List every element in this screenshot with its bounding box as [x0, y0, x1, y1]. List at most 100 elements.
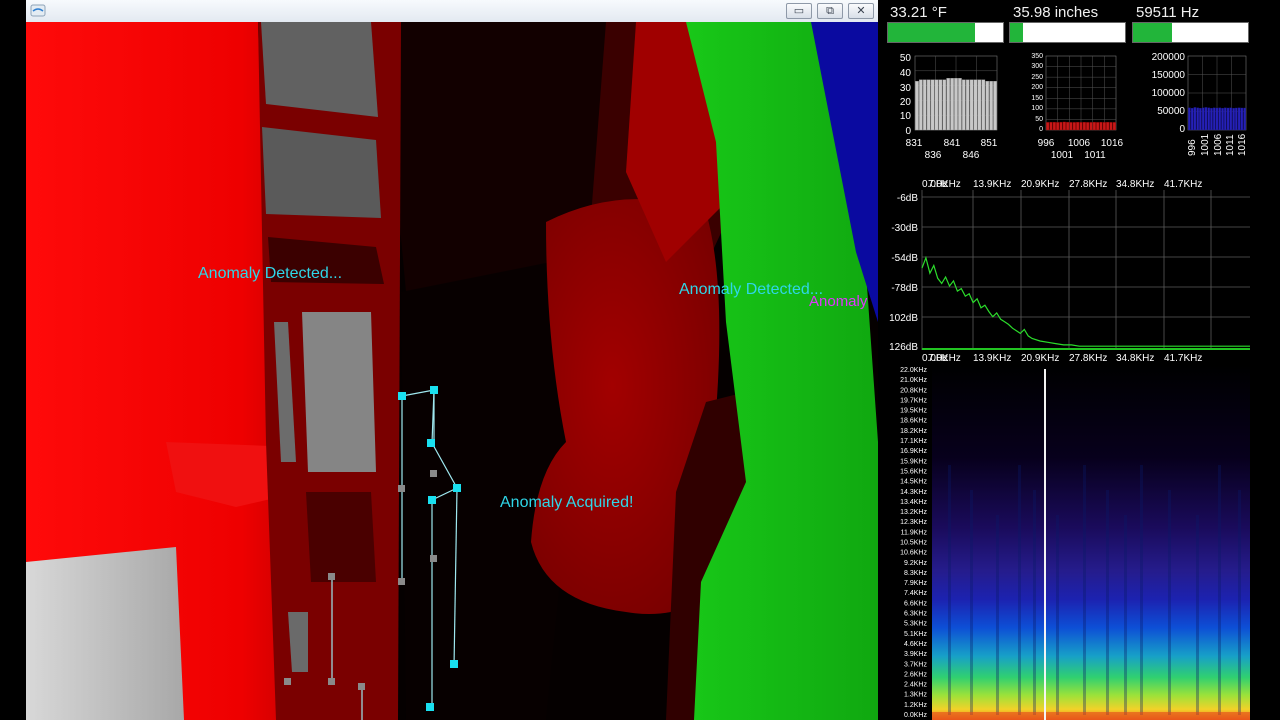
x-tick-label: 1016	[1237, 133, 1248, 156]
history-bar	[1188, 107, 1191, 131]
frequency-label: 10.6KHz	[900, 550, 927, 557]
frequency-label: 22.0KHz	[900, 367, 927, 374]
y-tick-label: 50000	[1157, 106, 1185, 117]
frequency-label: 18.6KHz	[900, 418, 927, 425]
rack-panel	[302, 312, 376, 472]
frequency-label: 6.6KHz	[904, 600, 927, 607]
rack-panel	[306, 492, 376, 582]
y-tick-label: 102dB	[889, 313, 918, 324]
history-bar	[1221, 108, 1224, 131]
spectrogram-streak	[1124, 515, 1127, 715]
frequency-label: 17.1KHz	[900, 438, 927, 445]
close-button[interactable]: ✕	[848, 3, 874, 19]
history-bar	[1213, 107, 1216, 131]
history-bar	[1109, 122, 1113, 131]
x-tick-label: 13.9KHz	[973, 353, 1011, 364]
x-tick-label: 27.8KHz	[1069, 353, 1107, 364]
spectrogram-streak	[1018, 465, 1021, 715]
history-bar	[930, 79, 935, 131]
history-bar	[1086, 122, 1090, 131]
anomaly-detected-label: Anomaly Detected...	[679, 281, 824, 298]
frequency-label: 3.7KHz	[904, 661, 927, 668]
audio-spectrum-chart: 0.0Hz 7.0KHz 13.9KHz 20.9KHz 27.8KHz 34.…	[889, 179, 1250, 364]
history-bar	[1082, 122, 1086, 131]
history-bar	[1226, 107, 1230, 131]
history-bar	[1089, 122, 1093, 131]
spectrogram-streak	[1168, 490, 1171, 715]
spectrogram-streak	[1218, 465, 1221, 715]
y-tick-label: 300	[1031, 63, 1043, 70]
y-tick-label: 250	[1031, 74, 1043, 81]
window-titlebar[interactable]: ▭ ⧉ ✕	[26, 0, 878, 23]
frequency-label: 4.6KHz	[904, 641, 927, 648]
history-bar	[1204, 107, 1208, 131]
history-bar	[1235, 107, 1238, 131]
x-tick-label: 27.8KHz	[1069, 179, 1107, 190]
history-bar	[1240, 107, 1244, 131]
frequency-label: 8.3KHz	[904, 570, 927, 577]
history-bar	[1102, 122, 1106, 131]
x-tick-label: 7.0KHz	[928, 179, 961, 190]
history-bar	[915, 81, 919, 131]
spectrogram-streak	[1106, 490, 1109, 715]
frequency-label: 14.3KHz	[900, 489, 927, 496]
frequency-label: 20.8KHz	[900, 387, 927, 394]
x-tick-label: 996	[1187, 139, 1198, 156]
depth-camera-window: ▭ ⧉ ✕ Anomaly Detected... Anomaly Detect…	[26, 0, 878, 720]
y-tick-label: -54dB	[891, 253, 918, 264]
x-tick-label: 996	[1038, 138, 1055, 149]
distance-history-chart: 350 300 250 200 150 100 50 0 996 1006 10…	[1031, 53, 1123, 161]
history-bar	[1201, 107, 1205, 131]
frequency-label: 6.3KHz	[904, 611, 927, 618]
history-bar	[1199, 108, 1202, 131]
x-tick-label: 7.0KHz	[928, 353, 961, 364]
history-bar	[946, 78, 950, 131]
rack-panel	[261, 22, 378, 117]
history-bar	[1232, 108, 1235, 131]
history-bar	[993, 81, 997, 131]
history-bar	[973, 79, 978, 131]
frequency-label: 13.4KHz	[900, 499, 927, 506]
y-tick-label: 350	[1031, 53, 1043, 60]
spectrogram-streak	[948, 465, 951, 715]
rack-panel	[262, 127, 381, 218]
history-bar	[1056, 122, 1060, 131]
y-tick-label: 50	[1035, 116, 1043, 123]
frequency-label: 5.1KHz	[904, 631, 927, 638]
plot-area	[922, 190, 1250, 350]
frequency-label: 19.5KHz	[900, 408, 927, 415]
x-tick-label: 841	[944, 138, 961, 149]
history-bar	[919, 79, 923, 131]
history-bar	[1215, 107, 1219, 131]
history-bar	[922, 79, 927, 131]
history-bar	[1207, 107, 1210, 131]
x-tick-label: 851	[981, 138, 998, 149]
x-tick-label: 20.9KHz	[1021, 353, 1059, 364]
restore-button[interactable]: ⧉	[817, 3, 843, 19]
x-tick-label: 1011	[1084, 150, 1106, 161]
x-tick-label: 1001	[1051, 150, 1074, 161]
y-tick-label: 10	[900, 111, 912, 122]
y-tick-label: 30	[900, 83, 912, 94]
minimize-button[interactable]: ▭	[786, 3, 812, 19]
history-bar	[1049, 122, 1053, 131]
y-tick-label: 20	[900, 97, 912, 108]
x-tick-label: 836	[925, 150, 942, 161]
history-bar	[965, 79, 970, 131]
history-bar	[989, 81, 993, 131]
y-tick-label: 100	[1031, 105, 1043, 112]
history-bar	[985, 81, 990, 131]
history-bar	[1046, 122, 1050, 131]
frequency-label: 19.7KHz	[900, 397, 927, 404]
frequency-axis-labels: 22.0KHz 21.0KHz 20.8KHz 19.7KHz 19.5KHz 18.6K…	[900, 367, 927, 719]
x-tick-label: 34.8KHz	[1116, 179, 1154, 190]
history-bar	[1066, 122, 1070, 131]
y-tick-label: 0	[1039, 126, 1043, 133]
history-bar	[942, 79, 947, 131]
y-tick-label: 150000	[1152, 70, 1186, 81]
history-bar	[1096, 122, 1100, 131]
history-bar	[1052, 122, 1056, 131]
history-bar	[1099, 122, 1103, 131]
spectrogram-streak	[996, 515, 999, 715]
y-tick-label: 50	[900, 53, 912, 64]
